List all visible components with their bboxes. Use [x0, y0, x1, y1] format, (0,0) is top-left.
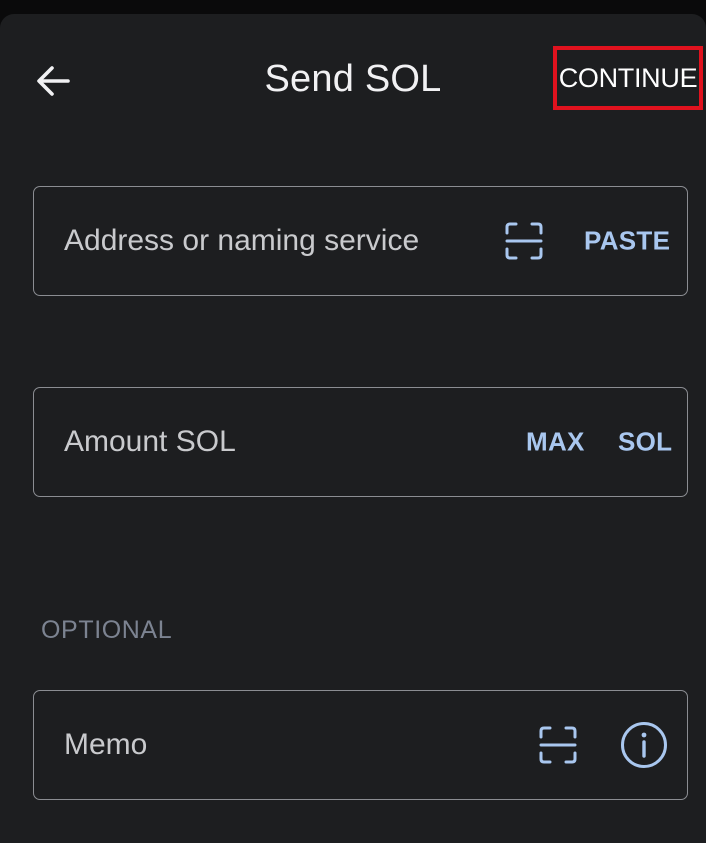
paste-button[interactable]: PASTE: [584, 226, 670, 257]
currency-unit-toggle[interactable]: SOL: [618, 427, 672, 458]
continue-button[interactable]: CONTINUE: [553, 46, 703, 110]
address-input[interactable]: Address or naming service PASTE: [33, 186, 688, 296]
header: Send SOL CONTINUE: [0, 14, 706, 144]
address-scan-button[interactable]: [502, 219, 546, 263]
scan-icon: [505, 222, 543, 260]
scan-icon: [539, 726, 577, 764]
memo-info-button[interactable]: [619, 720, 669, 770]
memo-input[interactable]: Memo: [33, 690, 688, 800]
address-placeholder: Address or naming service: [64, 224, 420, 257]
memo-placeholder: Memo: [64, 728, 148, 761]
max-button[interactable]: MAX: [526, 427, 585, 458]
memo-scan-button[interactable]: [536, 723, 580, 767]
amount-input[interactable]: Amount SOL MAX SOL: [33, 387, 688, 497]
send-sheet: Send SOL CONTINUE Address or naming serv…: [0, 14, 706, 843]
amount-placeholder: Amount SOL: [64, 425, 236, 458]
info-icon: [621, 722, 667, 768]
optional-section-label: OPTIONAL: [41, 616, 173, 644]
